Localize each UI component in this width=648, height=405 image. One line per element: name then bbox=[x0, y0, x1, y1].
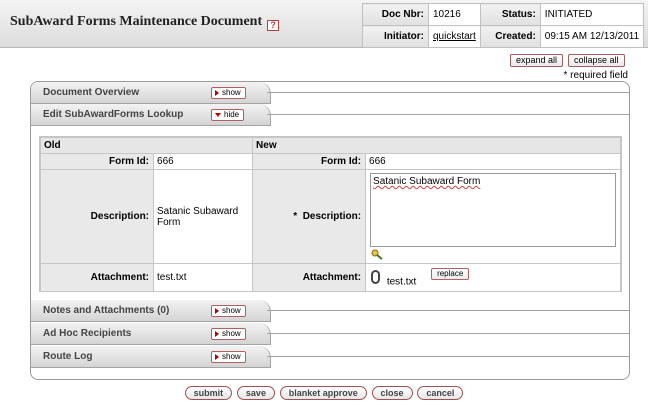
help-icon[interactable]: ? bbox=[267, 20, 279, 31]
arrow-right-icon bbox=[215, 330, 219, 337]
arrow-right-icon bbox=[215, 89, 219, 96]
lookup-icon[interactable] bbox=[371, 249, 384, 260]
document-header: SubAward Forms Maintenance Document ? Do… bbox=[0, 0, 648, 48]
new-description-label: Description: bbox=[302, 211, 362, 222]
required-field-note: * required field bbox=[563, 70, 628, 81]
tab-notes-and-attachments: Notes and Attachments (0) show bbox=[31, 300, 629, 322]
blanket-approve-button[interactable]: blanket approve bbox=[279, 386, 367, 400]
tab-show-button[interactable]: show bbox=[211, 328, 246, 340]
submit-button[interactable]: submit bbox=[184, 386, 233, 400]
action-bar: submit save blanket approve close cancel bbox=[0, 386, 648, 405]
page-title: SubAward Forms Maintenance Document bbox=[10, 14, 263, 29]
tabs-container: Document Overview show Edit SubAwardForm… bbox=[30, 81, 630, 380]
initiator-label: Initiator: bbox=[362, 25, 429, 48]
replace-button[interactable]: replace bbox=[431, 267, 470, 280]
initiator-link[interactable]: quickstart bbox=[433, 31, 476, 42]
cancel-button[interactable]: cancel bbox=[417, 386, 464, 400]
new-form-id-label: Form Id: bbox=[252, 153, 367, 170]
old-description-label: Description: bbox=[39, 169, 155, 264]
old-form-id-value: 666 bbox=[153, 153, 254, 170]
old-attachment-value: test.txt bbox=[153, 263, 254, 292]
required-marker: * bbox=[293, 211, 298, 222]
tab-hide-button[interactable]: hide bbox=[211, 109, 245, 121]
created-value: 09:15 AM 12/13/2011 bbox=[539, 25, 645, 48]
tab-show-button[interactable]: show bbox=[211, 305, 246, 317]
arrow-right-icon bbox=[215, 353, 219, 360]
status-label: Status: bbox=[479, 3, 541, 26]
tab-route-log: Route Log show bbox=[31, 346, 629, 368]
tab-title: Document Overview bbox=[43, 87, 140, 98]
expand-all-button[interactable]: expand all bbox=[510, 54, 564, 67]
tab-show-button[interactable]: show bbox=[211, 87, 246, 99]
new-attachment-value: test.txt bbox=[386, 276, 417, 288]
created-label: Created: bbox=[479, 25, 541, 48]
new-form-id-value: 666 bbox=[365, 153, 621, 170]
doc-nbr-label: Doc Nbr: bbox=[362, 3, 429, 26]
old-attachment-label: Attachment: bbox=[39, 263, 155, 292]
status-value: INITIATED bbox=[539, 3, 645, 26]
edit-grid: Old New Form Id: 666 Form Id: 666 Descri… bbox=[39, 137, 621, 292]
document-info-table: Doc Nbr: 10216 Status: INITIATED Initiat… bbox=[362, 3, 645, 48]
old-description-value: Satanic Subaward Form bbox=[153, 169, 254, 264]
doc-nbr-value: 10216 bbox=[428, 3, 481, 26]
description-textarea[interactable]: Satanic Subaward Form bbox=[370, 173, 617, 247]
tab-document-overview: Document Overview show bbox=[31, 82, 629, 104]
arrow-down-icon bbox=[215, 112, 221, 117]
tab-title: Edit SubAwardForms Lookup bbox=[43, 109, 184, 120]
collapse-all-button[interactable]: collapse all bbox=[568, 54, 625, 67]
old-form-id-label: Form Id: bbox=[39, 153, 155, 170]
save-button[interactable]: save bbox=[236, 386, 275, 400]
arrow-right-icon bbox=[215, 307, 219, 314]
paperclip-icon[interactable] bbox=[371, 269, 381, 284]
new-column-header: New bbox=[252, 137, 621, 154]
edit-section: Old New Form Id: 666 Form Id: 666 Descri… bbox=[39, 136, 622, 292]
old-column-header: Old bbox=[39, 137, 254, 154]
new-attachment-label: Attachment: bbox=[252, 263, 367, 292]
tab-ad-hoc-recipients: Ad Hoc Recipients show bbox=[31, 323, 629, 345]
tab-title: Route Log bbox=[43, 351, 93, 362]
tab-title: Ad Hoc Recipients bbox=[43, 328, 132, 339]
tab-show-button[interactable]: show bbox=[211, 351, 246, 363]
close-button[interactable]: close bbox=[371, 386, 413, 400]
tab-title: Notes and Attachments (0) bbox=[43, 305, 170, 316]
